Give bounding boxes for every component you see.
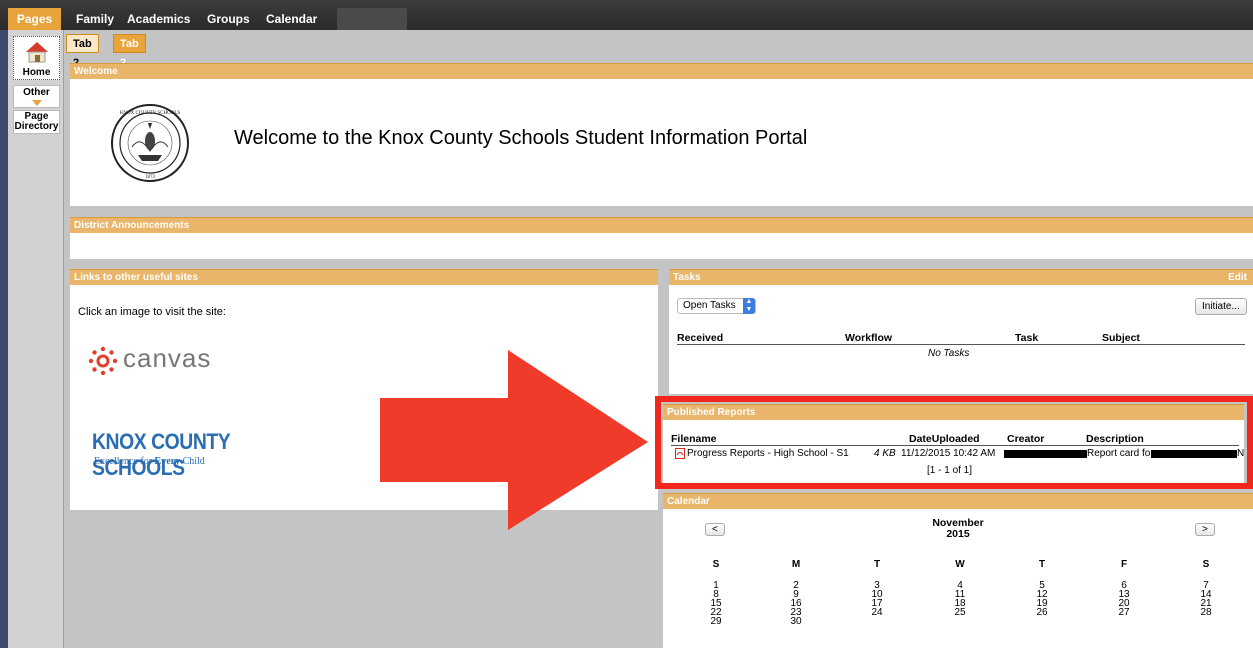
kcs-tagline-pre: Excellence for xyxy=(94,456,155,467)
links-panel-header: Links to other useful sites xyxy=(70,269,658,285)
page: Pages Family Academics Groups Calendar H… xyxy=(0,0,1253,648)
announcements-panel: District Announcements xyxy=(70,217,1253,259)
kcs-tagline-every: Every xyxy=(154,456,181,467)
calendar-month-year: November 2015 xyxy=(908,518,1008,540)
tasks-panel: Tasks Edit Open Tasks ▲ ▼ Initiate... Rec… xyxy=(669,269,1253,394)
calendar-prev-button[interactable]: < xyxy=(705,523,725,536)
tasks-header-divider xyxy=(677,344,1245,345)
initiate-button[interactable]: Initiate... xyxy=(1195,298,1247,315)
nav-link-family[interactable]: Family xyxy=(68,8,122,30)
calendar-panel: Calendar < > November 2015 SMTWTFS123456… xyxy=(663,493,1253,648)
welcome-panel: Welcome KNOX COUNTY SCHOOLS 1873 Welcome… xyxy=(70,63,1253,206)
calendar-day-cell[interactable]: 24 xyxy=(862,608,892,618)
calendar-day-header: S xyxy=(1202,559,1210,570)
calendar-day-header: S xyxy=(712,559,720,570)
calendar-next-button[interactable]: > xyxy=(1195,523,1215,536)
tasks-col-subject: Subject xyxy=(1102,332,1140,344)
announcements-panel-header: District Announcements xyxy=(70,217,1253,233)
top-navigation: Pages Family Academics Groups Calendar xyxy=(0,0,1253,30)
tasks-empty-text: No Tasks xyxy=(928,348,970,359)
home-icon xyxy=(25,42,48,63)
left-edge-strip xyxy=(0,30,8,648)
nav-link-calendar[interactable]: Calendar xyxy=(258,8,325,30)
calendar-day-cell[interactable]: 25 xyxy=(945,608,975,618)
calendar-day-cell[interactable]: 30 xyxy=(781,617,811,627)
calendar-year: 2015 xyxy=(946,528,970,540)
nav-blank-tab xyxy=(337,8,407,30)
seal-top-text: KNOX COUNTY SCHOOLS xyxy=(120,111,181,116)
links-intro-text: Click an image to visit the site: xyxy=(78,306,226,318)
welcome-message: Welcome to the Knox County Schools Stude… xyxy=(234,127,808,149)
calendar-day-cell[interactable]: 27 xyxy=(1109,608,1139,618)
nav-link-groups[interactable]: Groups xyxy=(199,8,258,30)
calendar-day-header: W xyxy=(955,559,965,570)
canvas-logo-text: canvas xyxy=(123,343,212,373)
sidebar-item-page-directory[interactable]: Page Directory xyxy=(13,110,60,134)
kcs-tagline-post: Child xyxy=(180,456,205,467)
calendar-day-header: M xyxy=(791,559,801,570)
calendar-panel-header: Calendar xyxy=(663,493,1253,509)
canvas-link[interactable]: canvas xyxy=(88,343,258,379)
calendar-day-cell[interactable]: 29 xyxy=(701,617,731,627)
sidebar-item-home[interactable]: Home xyxy=(13,36,60,80)
caret-down-icon xyxy=(31,100,42,106)
tasks-panel-header: Tasks Edit xyxy=(669,269,1253,285)
sidebar-home-label: Home xyxy=(22,67,51,78)
tasks-edit-link[interactable]: Edit xyxy=(1228,270,1247,286)
tasks-col-received: Received xyxy=(677,332,724,344)
sidebar-item-other[interactable]: Other xyxy=(13,85,60,108)
tasks-filter-value: Open Tasks xyxy=(683,300,736,311)
select-arrows-icon: ▲ ▼ xyxy=(743,298,755,314)
calendar-day-header: T xyxy=(873,559,881,570)
kcs-link[interactable]: KNOX COUNTY SCHOOLS Excellence for Every… xyxy=(92,429,332,480)
tasks-col-workflow: Workflow xyxy=(845,332,893,344)
tasks-filter-select[interactable]: Open Tasks ▲ ▼ xyxy=(677,298,756,314)
red-arrow-annotation xyxy=(380,350,648,530)
tasks-panel-title: Tasks xyxy=(673,272,701,283)
sidebar: Home Other Page Directory xyxy=(8,30,64,648)
knox-county-seal-logo: KNOX COUNTY SCHOOLS 1873 xyxy=(111,104,189,182)
nav-tab-pages[interactable]: Pages xyxy=(8,8,61,30)
sidebar-other-label: Other xyxy=(23,87,50,98)
kcs-logo-text: KNOX COUNTY SCHOOLS xyxy=(92,429,230,480)
calendar-day-header: F xyxy=(1120,559,1128,570)
tab-inactive[interactable]: Tab 2 xyxy=(113,34,146,69)
calendar-day-cell[interactable]: 26 xyxy=(1027,608,1057,618)
kcs-tagline: Excellence for Every Child xyxy=(94,456,205,467)
nav-link-academics[interactable]: Academics xyxy=(119,8,198,30)
canvas-logo-icon xyxy=(88,346,118,376)
calendar-day-header: T xyxy=(1038,559,1046,570)
tasks-col-task: Task xyxy=(1015,332,1039,344)
welcome-panel-header: Welcome xyxy=(70,63,1253,79)
tab-active[interactable]: Tab 2 xyxy=(66,34,99,69)
red-highlight-box xyxy=(655,396,1253,489)
calendar-day-cell[interactable]: 28 xyxy=(1191,608,1221,618)
seal-year-text: 1873 xyxy=(145,175,156,180)
